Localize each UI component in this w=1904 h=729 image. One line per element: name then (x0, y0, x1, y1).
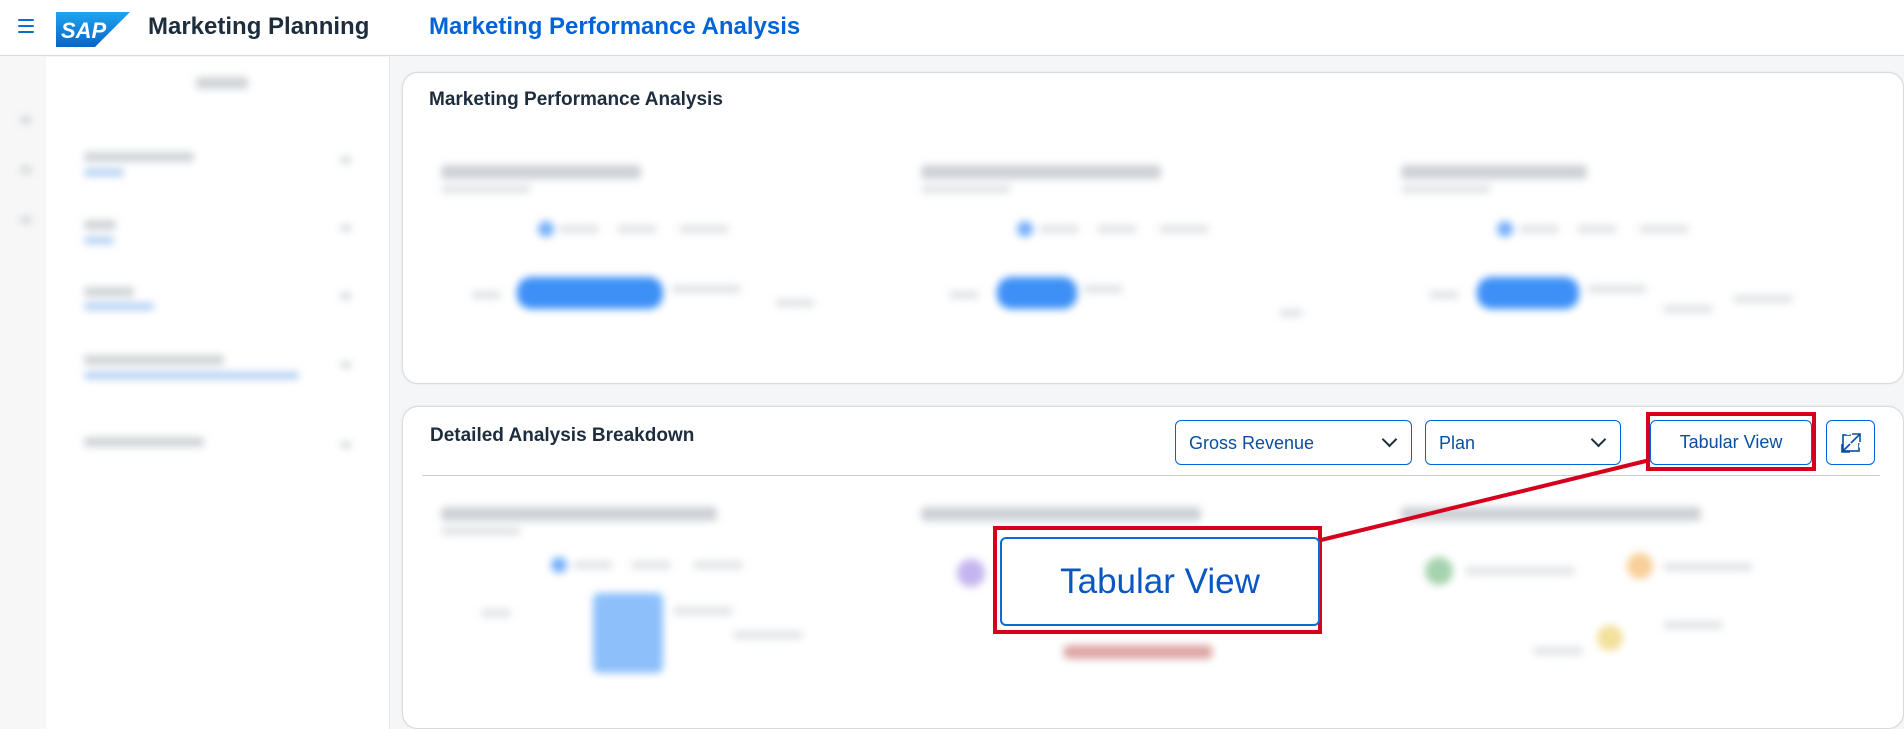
callout-connector (1320, 458, 1651, 542)
tabular-view-highlight (1646, 412, 1816, 471)
callout-zoomed-tabular-view-button: Tabular View (1000, 537, 1320, 626)
